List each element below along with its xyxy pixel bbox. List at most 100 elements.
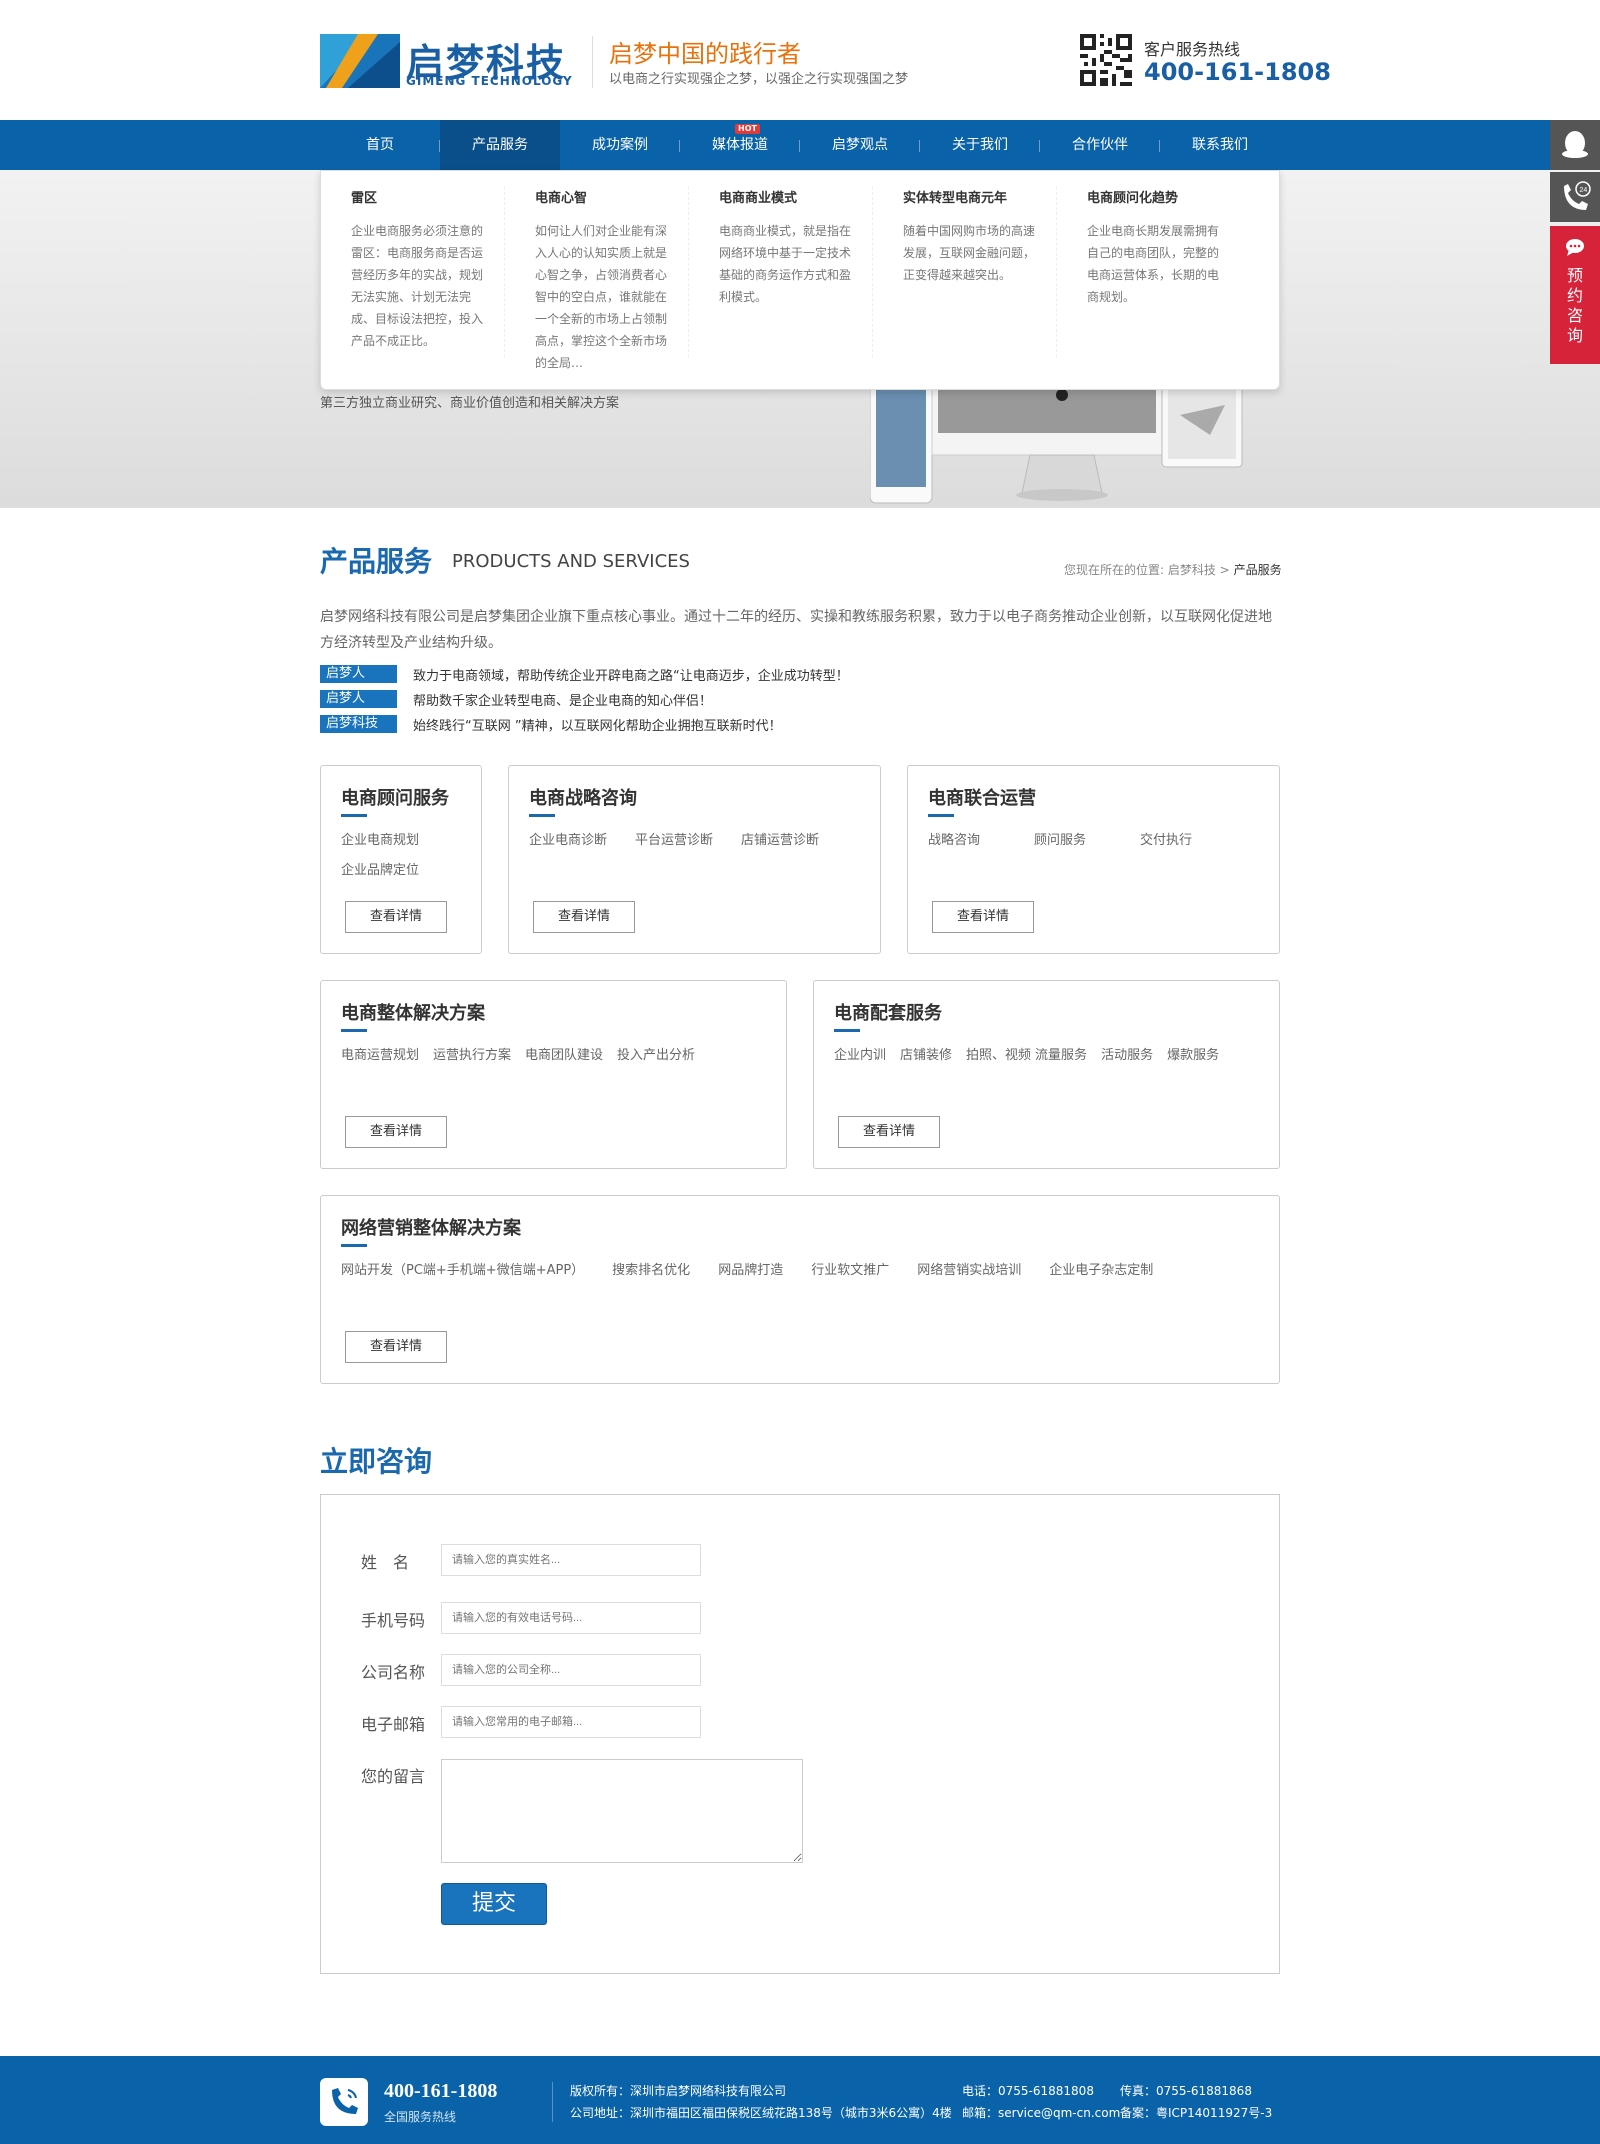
nav-label: 首页 [366, 137, 394, 153]
tag-row: 启梦科技 始终践行“互联网 ”精神，以互联网化帮助企业拥抱互联新时代！ [320, 715, 782, 734]
phone-button[interactable]: 24 [1550, 172, 1600, 222]
card-title: 电商整体解决方案 [341, 999, 485, 1032]
service-card: 电商联合运营 战略咨询 顾问服务 交付执行 查看详情 [907, 765, 1280, 954]
phone-icon [320, 2078, 368, 2126]
dropdown-item[interactable]: 雷区 企业电商服务必须注意的雷区：电商服务商是否运营经历多年的实战，规划无法实施… [321, 187, 505, 357]
nav-item-contact[interactable]: 联系我们 [1160, 120, 1280, 170]
phone-input[interactable] [441, 1602, 701, 1634]
footer-icp: 备案：粤ICP14011927号-3 [1120, 2106, 1273, 2120]
breadcrumb: 您现在所在的位置: 启梦科技 > 产品服务 [1064, 561, 1282, 578]
footer-tel: 电话：0755-61881808 [962, 2084, 1094, 2098]
card-item[interactable]: 平台运营诊断 [635, 826, 713, 856]
intro-text: 启梦网络科技有限公司是启梦集团企业旗下重点核心事业。通过十二年的经历、实操和教练… [320, 609, 1272, 651]
card-item[interactable]: 交付执行 [1140, 826, 1192, 856]
consult-title: 立即咨询 [320, 1445, 433, 1478]
consult-form: 姓 名 手机号码 公司名称 电子邮箱 您的留言 提交 [320, 1494, 1280, 1974]
email-label: 电子邮箱 [361, 1715, 426, 1734]
tag-label: 启梦人 [320, 665, 397, 683]
card-item[interactable]: 顾问服务 [1034, 826, 1086, 856]
dropdown-item-desc: 电商商业模式，就是指在网络环境中基于一定技术基础的商务运作方式和盈利模式。 [719, 224, 852, 304]
submit-button[interactable]: 提交 [441, 1883, 547, 1925]
dropdown-item-title: 雷区 [351, 191, 378, 206]
view-details-button[interactable]: 查看详情 [345, 1331, 447, 1363]
company-input[interactable] [441, 1654, 701, 1686]
card-item[interactable]: 企业品牌定位 [341, 856, 467, 886]
name-label: 姓 名 [361, 1553, 410, 1572]
card-item[interactable]: 网络营销实战培训 [917, 1256, 1021, 1286]
card-item[interactable]: 拍照、视频 [966, 1041, 1031, 1071]
dropdown-item[interactable]: 实体转型电商元年 随着中国网购市场的高速发展，互联网金融问题，正变得越来越突出。 [873, 187, 1057, 357]
footer-divider [552, 2082, 553, 2122]
card-items: 企业电商诊断 平台运营诊断 店铺运营诊断 [529, 826, 847, 856]
dropdown-item[interactable]: 电商商业模式 电商商业模式，就是指在网络环境中基于一定技术基础的商务运作方式和盈… [689, 187, 873, 357]
card-item[interactable]: 企业电商诊断 [529, 826, 607, 856]
card-title: 电商配套服务 [834, 999, 942, 1032]
card-item[interactable]: 网品牌打造 [718, 1256, 783, 1286]
card-item[interactable]: 电商运营规划 [341, 1041, 419, 1071]
tag-text: 帮助数千家企业转型电商、是企业电商的知心伴侣！ [413, 693, 713, 709]
dropdown-item[interactable]: 电商心智 如何让人们对企业能有深入人心的认知实质上就是心智之争，占领消费者心智中… [505, 187, 689, 370]
card-item[interactable]: 流量服务 [1035, 1041, 1087, 1071]
card-item[interactable]: 店铺运营诊断 [741, 826, 819, 856]
nav-item-cases[interactable]: 成功案例 [560, 120, 680, 170]
card-items: 战略咨询 顾问服务 交付执行 [928, 826, 1206, 856]
message-textarea[interactable] [441, 1759, 803, 1863]
dropdown-item-desc: 随着中国网购市场的高速发展，互联网金融问题，正变得越来越突出。 [903, 224, 1036, 282]
card-items: 企业内训 店铺装修 拍照、视频 流量服务 活动服务 爆款服务 [834, 1041, 1233, 1071]
dropdown-item[interactable]: 电商顾问化趋势 企业电商长期发展需拥有自己的电商团队，完整的电商运营体系，长期的… [1057, 187, 1241, 357]
tag-row: 启梦人 帮助数千家企业转型电商、是企业电商的知心伴侣！ [320, 690, 713, 709]
card-item[interactable]: 网站开发（PC端+手机端+微信端+APP） [341, 1256, 584, 1286]
card-item[interactable]: 企业电商规划 [341, 826, 467, 856]
qq-button[interactable] [1550, 120, 1600, 170]
card-item[interactable]: 爆款服务 [1167, 1041, 1219, 1071]
nav-item-home[interactable]: 首页 [320, 120, 440, 170]
dropdown-item-desc: 如何让人们对企业能有深入人心的认知实质上就是心智之争，占领消费者心智中的空白点，… [535, 224, 668, 370]
chat-icon [1566, 239, 1584, 256]
card-item[interactable]: 投入产出分析 [617, 1041, 695, 1071]
name-input[interactable] [441, 1544, 701, 1576]
book-consult-button[interactable]: 预约咨询 [1550, 226, 1600, 364]
card-item[interactable]: 搜索排名优化 [612, 1256, 690, 1286]
card-title: 网络营销整体解决方案 [341, 1214, 521, 1247]
card-items: 企业电商规划 企业品牌定位 [341, 826, 481, 886]
email-input[interactable] [441, 1706, 701, 1738]
slogan: 启梦中国的践行者 [609, 40, 801, 68]
card-item[interactable]: 战略咨询 [928, 826, 980, 856]
nav-item-about[interactable]: 关于我们 [920, 120, 1040, 170]
dropdown-item-desc: 企业电商长期发展需拥有自己的电商团队，完整的电商运营体系，长期的电商规划。 [1087, 224, 1220, 304]
view-details-button[interactable]: 查看详情 [533, 901, 635, 933]
card-item[interactable]: 企业电子杂志定制 [1049, 1256, 1153, 1286]
qq-icon [1562, 131, 1588, 158]
view-details-button[interactable]: 查看详情 [932, 901, 1034, 933]
nav-item-views[interactable]: 启梦观点 [800, 120, 920, 170]
footer-hotline: 400-161-1808 [384, 2080, 498, 2102]
breadcrumb-prefix[interactable]: 您现在所在的位置: 启梦科技 > [1064, 563, 1230, 577]
hot-badge: HOT [735, 124, 760, 134]
card-item[interactable]: 行业软文推广 [811, 1256, 889, 1286]
section-title: 产品服务 [320, 545, 433, 578]
nav-item-media[interactable]: 媒体报道 HOT [680, 120, 800, 170]
slogan-divider [592, 36, 593, 88]
nav-label: 媒体报道 [712, 137, 768, 153]
card-item[interactable]: 电商团队建设 [525, 1041, 603, 1071]
company-label: 公司名称 [361, 1663, 426, 1682]
card-item[interactable]: 运营执行方案 [433, 1041, 511, 1071]
tag-label: 启梦科技 [320, 715, 397, 733]
slogan-sub: 以电商之行实现强企之梦，以强企之行实现强国之梦 [609, 72, 909, 87]
view-details-button[interactable]: 查看详情 [345, 901, 447, 933]
hotline-number: 400-161-1808 [1144, 58, 1331, 86]
nav-label: 成功案例 [592, 137, 648, 153]
tag-text: 始终践行“互联网 ”精神，以互联网化帮助企业拥抱互联新时代！ [413, 718, 782, 734]
card-item[interactable]: 活动服务 [1101, 1041, 1153, 1071]
nav-item-products[interactable]: 产品服务 [440, 120, 560, 170]
section-title-en: PRODUCTS AND SERVICES [452, 551, 690, 572]
view-details-button[interactable]: 查看详情 [838, 1116, 940, 1148]
card-item[interactable]: 企业内训 [834, 1041, 886, 1071]
view-details-button[interactable]: 查看详情 [345, 1116, 447, 1148]
dropdown-item-title: 电商商业模式 [719, 191, 798, 206]
card-item[interactable]: 店铺装修 [900, 1041, 952, 1071]
breadcrumb-current: 产品服务 [1233, 563, 1282, 577]
logo[interactable]: 启梦科技 GIMENG TECHNOLOGY [320, 32, 575, 90]
nav-item-partners[interactable]: 合作伙伴 [1040, 120, 1160, 170]
nav-label: 启梦观点 [832, 137, 888, 153]
